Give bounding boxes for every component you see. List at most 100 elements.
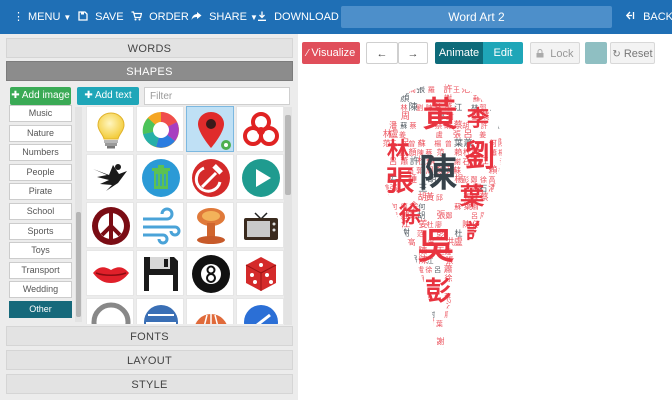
scroll-thumb[interactable] (285, 115, 291, 195)
shape-shield[interactable] (236, 298, 284, 324)
section-shapes[interactable]: SHAPES (6, 61, 293, 81)
category-toys[interactable]: Toys (9, 242, 72, 260)
art-word-small: 彭 (497, 92, 504, 104)
shape-shell[interactable] (186, 298, 234, 324)
art-word-small: 葉 (481, 247, 488, 256)
art-word-small: 林 (418, 308, 427, 320)
add-image-label: Add image (21, 90, 70, 101)
shape-dice[interactable] (236, 250, 284, 296)
shape-mushroom-cloud[interactable] (186, 202, 234, 248)
share-button[interactable]: SHARE ▼ (191, 0, 258, 34)
undo-button[interactable]: ← (366, 42, 398, 64)
lock-button[interactable]: Lock (530, 42, 580, 64)
art-word-small: 杜 (381, 292, 388, 301)
shape-eagle[interactable] (86, 154, 134, 200)
art-word: 李 (466, 107, 490, 132)
art-word-small: 王 (398, 363, 407, 374)
art-word-small: 賴 (470, 336, 478, 346)
shape-eight-ball[interactable] (186, 250, 234, 296)
section-layout[interactable]: LAYOUT (6, 350, 293, 370)
shape-floppy-disk[interactable] (136, 250, 184, 296)
canvas-scrollbar[interactable] (659, 34, 663, 400)
art-word-small: 呂 (446, 338, 453, 346)
shape-biohazard[interactable] (236, 106, 284, 152)
category-music[interactable]: Music (9, 105, 72, 122)
shape-tv[interactable] (236, 202, 284, 248)
top-toolbar: ⋮ MENU▼ SAVE ORDER SHARE▼ DOWNLOAD▼ Word … (0, 0, 672, 34)
shape-grid-scrollbar[interactable] (284, 107, 292, 325)
art-word-small: 王 (453, 86, 460, 94)
category-school[interactable]: School (9, 202, 72, 220)
color-swatch[interactable] (585, 42, 607, 64)
art-word-small: 陳 (390, 94, 397, 103)
art-word-small: 蘇 (425, 335, 434, 347)
art-word-small: 邱 (417, 293, 424, 301)
art-word-small: 賴 (498, 355, 504, 364)
art-word-small: 賴 (446, 328, 453, 337)
section-fonts[interactable]: FONTS (6, 326, 293, 346)
scroll-thumb[interactable] (76, 212, 81, 317)
save-label: SAVE (95, 11, 124, 23)
art-word-small: 蕭 (389, 290, 398, 302)
art-word-small: 蕭 (409, 355, 416, 364)
visualize-button[interactable]: ⁄ Visualize (302, 42, 360, 64)
shape-wind[interactable] (136, 202, 184, 248)
art-word-small: 蔡 (389, 83, 398, 95)
back-button[interactable]: BACK (625, 0, 672, 34)
category-transport[interactable]: Transport (9, 261, 72, 279)
art-word: 張 (386, 164, 414, 197)
art-word-small: 謝 (428, 310, 435, 319)
download-button[interactable]: DOWNLOAD▼ (257, 0, 350, 34)
save-button[interactable]: SAVE (78, 0, 124, 34)
shape-lightbulb[interactable] (86, 106, 134, 152)
category-other[interactable]: Other (9, 300, 72, 318)
add-text-button[interactable]: ✚ Add text (77, 87, 139, 105)
shape-recycle-bin[interactable] (136, 154, 184, 200)
art-word-small: 周 (497, 338, 504, 346)
category-scrollbar[interactable] (75, 107, 82, 322)
art-word-small: 廖 (454, 373, 461, 382)
category-numbers[interactable]: Numbers (9, 144, 72, 162)
shape-play[interactable] (236, 154, 284, 200)
section-style[interactable]: STYLE (6, 374, 293, 394)
category-sports[interactable]: Sports (9, 222, 72, 240)
menu-button[interactable]: ⋮ MENU ▼ (13, 0, 71, 34)
filter-input[interactable] (144, 87, 290, 105)
category-pirate[interactable]: Pirate (9, 183, 72, 201)
shape-globe[interactable] (136, 298, 184, 324)
shape-lips[interactable] (86, 250, 134, 296)
art-word-small: 洪 (380, 200, 389, 212)
art-word-small: 邱 (382, 86, 389, 94)
art-word-small: 邱 (409, 328, 417, 337)
order-button[interactable]: ORDER (131, 0, 189, 34)
section-words[interactable]: WORDS (6, 38, 293, 58)
art-word-small: 李 (454, 355, 461, 364)
category-nature[interactable]: Nature (9, 124, 72, 142)
reset-button[interactable]: ↻ Reset (610, 42, 655, 64)
add-image-button[interactable]: ✚ Add image (10, 87, 71, 105)
shape-circle[interactable] (86, 298, 134, 324)
word-art-canvas[interactable]: 蔡余廖顏謝邱顏胡杜江邱蔡羅王林賴賴洪潘李林蕭何楊潘黃潘杜郭徐廖周盧胡賴楊何呂謝蘇… (376, 82, 504, 388)
dice-icon (245, 257, 277, 291)
category-people[interactable]: People (9, 163, 72, 181)
shape-aperture[interactable] (136, 106, 184, 152)
category-wedding[interactable]: Wedding (9, 281, 72, 299)
art-word-small: 楊 (498, 148, 504, 157)
art-word-small: 杜 (454, 228, 462, 238)
art-word-small: 李 (407, 309, 415, 319)
shape-map-pin[interactable] (186, 106, 234, 152)
art-word-small: 潘 (463, 355, 470, 364)
art-word-small: 姜 (399, 130, 406, 139)
art-word-small: 陳 (498, 138, 504, 149)
animate-tab[interactable]: Animate (435, 42, 483, 64)
edit-tab[interactable]: Edit (483, 42, 523, 64)
shape-peace[interactable] (86, 202, 134, 248)
cart-icon (131, 11, 145, 23)
art-word: 彭 (425, 277, 451, 307)
shell-icon (195, 314, 227, 324)
art-word-small: 邱 (389, 373, 397, 382)
art-title-field[interactable]: Word Art 2 (341, 6, 612, 28)
redo-button[interactable]: → (398, 42, 428, 64)
shape-hammer-sickle[interactable] (186, 154, 234, 200)
art-word-small: 姜 (408, 291, 416, 301)
